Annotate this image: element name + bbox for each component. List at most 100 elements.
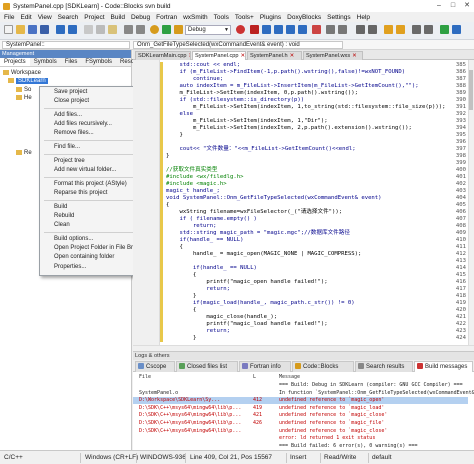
menu-edit[interactable]: Edit: [20, 14, 31, 21]
log-row[interactable]: D:\SDK\C++\msys64\mingw64\lib\p... 419 und…: [133, 405, 468, 412]
next-line-icon[interactable]: [274, 25, 283, 34]
code-line[interactable]: return;: [166, 286, 230, 293]
line-number[interactable]: 386: [456, 69, 466, 75]
menu-search[interactable]: Search: [58, 14, 79, 21]
code-line[interactable]: {: [166, 244, 182, 251]
line-number[interactable]: 422: [456, 321, 466, 327]
menu-item-project-tree[interactable]: Project tree: [54, 158, 85, 164]
code-line[interactable]: //获取文件真实类型: [166, 167, 218, 174]
replace-icon[interactable]: [136, 25, 145, 34]
line-number[interactable]: 416: [456, 279, 466, 285]
menu-item-format-astyle[interactable]: Format this project (AStyle): [54, 181, 127, 187]
code-line[interactable]: #include <wx/filedlg.h>: [166, 174, 243, 181]
code-line[interactable]: cout<< "文件数量："<<m_FileList->GetItemCount…: [166, 146, 355, 153]
line-number[interactable]: 410: [456, 237, 466, 243]
menu-fortran[interactable]: Fortran: [156, 14, 177, 21]
tab-projects[interactable]: Projects: [0, 58, 30, 66]
line-number[interactable]: 417: [456, 286, 466, 292]
menu-view[interactable]: View: [38, 14, 52, 21]
menu-item-find-file[interactable]: Find file...: [54, 144, 80, 150]
log-row[interactable]: D:\SDK\C++\msys64\mingw64\lib\p... 426 und…: [133, 420, 468, 427]
code-line[interactable]: wxString filename=wxFileSelector(_("请选择文…: [166, 209, 342, 216]
line-number[interactable]: 402: [456, 181, 466, 187]
code-line[interactable]: if (std::filesystem::is_directory(p)): [166, 97, 304, 104]
menu-item-rebuild[interactable]: Rebuild: [54, 213, 74, 219]
line-number[interactable]: 390: [456, 97, 466, 103]
code-line[interactable]: std::string magic_path = "magic.mgc";//数…: [166, 230, 350, 237]
tab-search-results[interactable]: Search results: [355, 361, 413, 372]
line-number[interactable]: 414: [456, 265, 466, 271]
doxy-icon[interactable]: [440, 25, 449, 34]
menu-item-clean[interactable]: Clean: [54, 222, 70, 228]
column-line[interactable]: L: [253, 374, 256, 381]
menu-item-add-files[interactable]: Add files...: [54, 112, 82, 118]
code-line[interactable]: }: [166, 132, 182, 139]
menu-settings[interactable]: Settings: [327, 14, 351, 21]
code-line[interactable]: }: [166, 153, 169, 160]
menu-build[interactable]: Build: [111, 14, 125, 21]
line-number[interactable]: 398: [456, 153, 466, 159]
build-icon[interactable]: [150, 25, 159, 34]
line-number[interactable]: 411: [456, 244, 466, 250]
undo-icon[interactable]: [56, 25, 65, 34]
tab-closed-files[interactable]: Closed files list: [176, 361, 238, 372]
function-select[interactable]: Onm_GetFileTypeSelected(wxCommandEvent& …: [133, 41, 343, 49]
line-number[interactable]: 421: [456, 314, 466, 320]
code-line[interactable]: {: [166, 307, 196, 314]
column-file[interactable]: File: [139, 374, 151, 381]
code-line[interactable]: }: [166, 293, 196, 300]
close-window-button[interactable]: ✕: [460, 0, 474, 12]
line-number[interactable]: 392: [456, 111, 466, 117]
menu-item-add-virtual-folder[interactable]: Add new virtual folder...: [54, 167, 116, 173]
code-line[interactable]: if(handle_ == NULL): [166, 237, 243, 244]
line-number[interactable]: 423: [456, 328, 466, 334]
log-row[interactable]: error: ld returned 1 exit status: [133, 435, 468, 442]
line-number[interactable]: 419: [456, 300, 466, 306]
code-line[interactable]: if ( filename.empty() ): [166, 216, 256, 223]
menu-plugins[interactable]: Plugins: [260, 14, 281, 21]
tab-systempanel-h[interactable]: SystemPanel.h ✕: [247, 51, 302, 60]
line-number[interactable]: 388: [456, 83, 466, 89]
line-number[interactable]: 407: [456, 216, 466, 222]
line-number[interactable]: 389: [456, 90, 466, 96]
close-icon[interactable]: ✕: [352, 53, 357, 59]
run-to-cursor-icon[interactable]: [262, 25, 271, 34]
jump-back-icon[interactable]: [356, 25, 365, 34]
next-bookmark-icon[interactable]: [396, 25, 405, 34]
line-number[interactable]: 405: [456, 202, 466, 208]
close-icon[interactable]: ✕: [241, 53, 245, 59]
code-line[interactable]: {: [166, 272, 196, 279]
line-number[interactable]: 395: [456, 132, 466, 138]
line-number[interactable]: 408: [456, 223, 466, 229]
run-icon[interactable]: [162, 25, 171, 34]
code-line[interactable]: handle_ = magic_open(MAGIC_NONE | MAGIC_…: [166, 251, 361, 258]
debug-start-icon[interactable]: [250, 25, 259, 34]
code-line[interactable]: continue;: [166, 76, 223, 83]
tree-headers[interactable]: He: [16, 94, 32, 102]
code-line[interactable]: auto indexItem = m_FileList->InsertItem(…: [166, 83, 418, 90]
find-icon[interactable]: [124, 25, 133, 34]
log-row[interactable]: SystemPanel.o In function `SystemPanel::O…: [133, 390, 474, 397]
minimize-button[interactable]: –: [432, 0, 446, 12]
line-number[interactable]: 406: [456, 209, 466, 215]
save-all-icon[interactable]: [40, 25, 49, 34]
menu-item-save-project[interactable]: Save project: [54, 89, 87, 95]
log-row[interactable]: === Build: Debug in SDKLearn (compiler: …: [133, 382, 468, 389]
line-number[interactable]: 387: [456, 76, 466, 82]
bookmark-icon[interactable]: [384, 25, 393, 34]
tab-fsymbols[interactable]: FSymbols: [81, 58, 116, 66]
line-number[interactable]: 413: [456, 258, 466, 264]
close-icon[interactable]: ✕: [290, 53, 295, 59]
scope-select[interactable]: SystemPanel::: [2, 41, 130, 49]
code-line[interactable]: }: [166, 335, 196, 342]
tree-project[interactable]: SDKLearn: [8, 77, 48, 85]
tab-sdklearnmain-cpp[interactable]: SDKLearnMain.cpp✕: [135, 51, 191, 60]
log-row[interactable]: D:\SDK\C++\msys64\mingw64\lib\p... 421 und…: [133, 412, 468, 419]
step-out-icon[interactable]: [298, 25, 307, 34]
jump-forward-icon[interactable]: [368, 25, 377, 34]
code-line[interactable]: if(magic_load(handle_, magic_path.c_str(…: [166, 300, 355, 307]
build-target-select[interactable]: Debug ▼: [185, 25, 231, 35]
code-line[interactable]: if (m_FileList->FindItem(-1,p.path().wst…: [166, 69, 405, 76]
maximize-button[interactable]: □: [446, 0, 460, 12]
menu-item-open-containing-folder[interactable]: Open containing folder: [54, 254, 114, 260]
